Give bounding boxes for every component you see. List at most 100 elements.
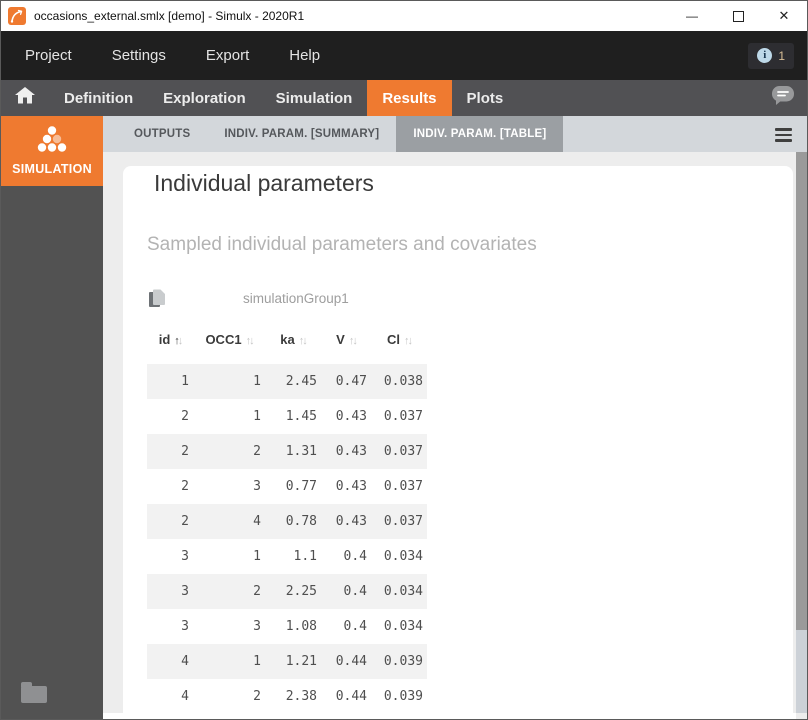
close-button[interactable]: ✕ (761, 1, 807, 31)
simulation-group-label: simulationGroup1 (243, 291, 349, 306)
table-cell: 3 (147, 584, 193, 599)
table-cell: 2 (193, 444, 265, 459)
results-subtabs: OUTPUTSINDIV. PARAM. [SUMMARY]INDIV. PAR… (103, 116, 807, 152)
table-cell: 0.034 (371, 584, 427, 599)
tab-results[interactable]: Results (367, 80, 451, 116)
table-cell: 0.47 (321, 374, 371, 389)
table-cell: 0.4 (321, 619, 371, 634)
tab-plots[interactable]: Plots (452, 80, 519, 116)
table-cell: 2 (193, 689, 265, 704)
table-cell: 0.037 (371, 444, 427, 459)
table-cell: 0.4 (321, 584, 371, 599)
table-cell: 1.1 (265, 549, 321, 564)
column-header-cl[interactable]: Cl↑↓ (371, 332, 427, 347)
table-cell: 0.037 (371, 479, 427, 494)
table-cell: 1 (147, 374, 193, 389)
hamburger-menu-icon[interactable] (775, 128, 792, 145)
nav-tabs: DefinitionExplorationSimulationResultsPl… (49, 80, 518, 116)
table-rows: 112.450.470.038211.450.430.037221.310.43… (147, 364, 427, 714)
home-button[interactable] (1, 80, 49, 116)
table-header-row: id↑↓OCC1↑↓ka↑↓V↑↓Cl↑↓ (147, 326, 427, 352)
table-cell: 4 (147, 654, 193, 669)
table-cell: 1.45 (265, 409, 321, 424)
table-cell: 0.44 (321, 654, 371, 669)
table-cell: 0.038 (371, 374, 427, 389)
column-header-v[interactable]: V↑↓ (321, 332, 371, 347)
table-cell: 0.43 (321, 479, 371, 494)
tab-simulation[interactable]: Simulation (261, 80, 368, 116)
sort-arrows-icon: ↑↓ (174, 332, 181, 347)
table-cell: 0.037 (371, 409, 427, 424)
column-header-occ1[interactable]: OCC1↑↓ (193, 332, 265, 347)
feedback-button[interactable] (771, 85, 795, 111)
menu-settings[interactable]: Settings (112, 47, 166, 64)
menu-items: Project Settings Export Help (25, 47, 360, 64)
table-row: 240.780.430.037 (147, 504, 427, 539)
table-cell: 2 (147, 409, 193, 424)
vertical-scrollbar[interactable] (796, 152, 807, 713)
menu-help[interactable]: Help (289, 47, 320, 64)
table-row: 411.210.440.039 (147, 644, 427, 679)
chat-bubble-icon (771, 85, 795, 111)
table-cell: 1 (193, 374, 265, 389)
sidebar-item-label: SIMULATION (12, 162, 92, 176)
horizontal-scrollbar-track[interactable] (103, 713, 796, 720)
vertical-scrollbar-thumb[interactable] (796, 152, 807, 630)
table-cell: 0.4 (321, 549, 371, 564)
title-bar: occasions_external.smlx [demo] - Simulx … (1, 1, 807, 31)
table-cell: 2.25 (265, 584, 321, 599)
notification-badge[interactable]: i 1 (748, 43, 794, 69)
sort-arrows-icon: ↑↓ (404, 332, 411, 347)
simulation-dots-icon (33, 126, 71, 157)
menu-bar: Project Settings Export Help i 1 (1, 31, 807, 80)
notification-count: 1 (778, 49, 785, 63)
table-cell: 2.38 (265, 689, 321, 704)
table-row: 112.450.470.038 (147, 364, 427, 399)
table-cell: 1 (193, 409, 265, 424)
subtab-indiv-param-table[interactable]: INDIV. PARAM. [TABLE] (396, 116, 563, 152)
table-cell: 0.034 (371, 619, 427, 634)
table-row: 221.310.430.037 (147, 434, 427, 469)
table-cell: 1 (193, 654, 265, 669)
sidebar: SIMULATION (1, 116, 103, 720)
folder-icon[interactable] (21, 686, 47, 703)
menu-project[interactable]: Project (25, 47, 72, 64)
table-cell: 0.039 (371, 654, 427, 669)
table-cell: 2 (147, 479, 193, 494)
table-cell: 0.43 (321, 444, 371, 459)
table-cell: 2 (147, 444, 193, 459)
app-window: occasions_external.smlx [demo] - Simulx … (0, 0, 808, 720)
column-header-id[interactable]: id↑↓ (147, 332, 193, 347)
minimize-button[interactable]: — (669, 1, 715, 31)
table-cell: 1.31 (265, 444, 321, 459)
table-row: 422.380.440.039 (147, 679, 427, 714)
table-row: 211.450.430.037 (147, 399, 427, 434)
table-row: 331.080.40.034 (147, 609, 427, 644)
table-cell: 0.43 (321, 514, 371, 529)
table-row: 311.10.40.034 (147, 539, 427, 574)
subtab-outputs[interactable]: OUTPUTS (117, 116, 207, 152)
tab-definition[interactable]: Definition (49, 80, 148, 116)
table-cell: 1 (193, 549, 265, 564)
maximize-button[interactable] (715, 1, 761, 31)
tab-exploration[interactable]: Exploration (148, 80, 261, 116)
column-header-ka[interactable]: ka↑↓ (265, 332, 321, 347)
individual-parameters-table: id↑↓OCC1↑↓ka↑↓V↑↓Cl↑↓ 112.450.470.038211… (147, 326, 427, 714)
table-cell: 3 (147, 619, 193, 634)
subtab-indiv-param-summary[interactable]: INDIV. PARAM. [SUMMARY] (207, 116, 396, 152)
page-title: Individual parameters (154, 170, 793, 197)
sort-arrows-icon: ↑↓ (246, 332, 253, 347)
subtab-items: OUTPUTSINDIV. PARAM. [SUMMARY]INDIV. PAR… (103, 116, 563, 152)
section-title: Sampled individual parameters and covari… (147, 234, 793, 256)
copy-table-button[interactable] (147, 288, 167, 309)
table-cell: 0.77 (265, 479, 321, 494)
sidebar-item-simulation[interactable]: SIMULATION (1, 116, 103, 186)
table-cell: 0.039 (371, 689, 427, 704)
table-cell: 0.43 (321, 409, 371, 424)
nav-bar: DefinitionExplorationSimulationResultsPl… (1, 80, 807, 116)
table-row: 322.250.40.034 (147, 574, 427, 609)
table-cell: 2.45 (265, 374, 321, 389)
table-cell: 0.78 (265, 514, 321, 529)
menu-export[interactable]: Export (206, 47, 249, 64)
copy-icon (147, 288, 167, 309)
